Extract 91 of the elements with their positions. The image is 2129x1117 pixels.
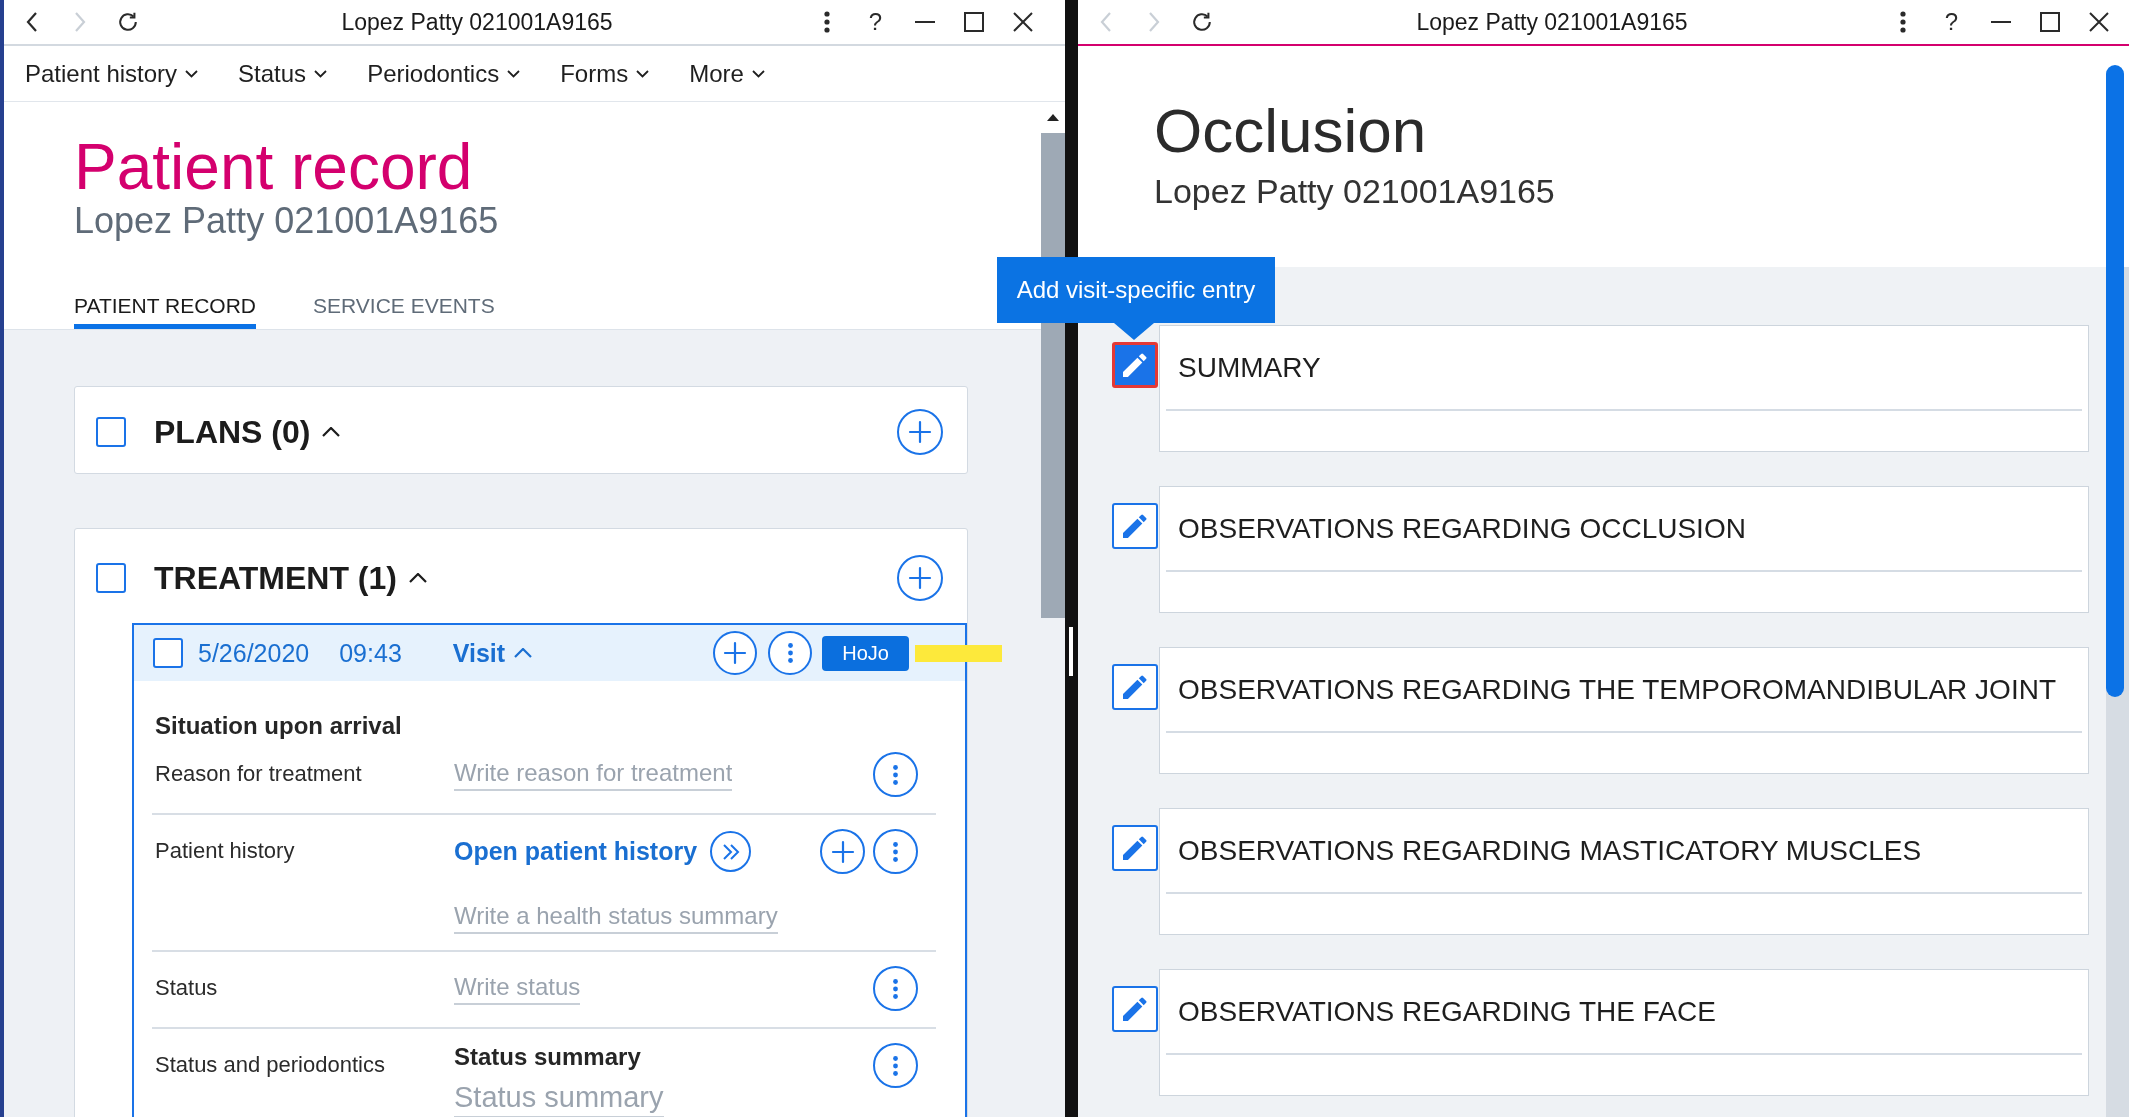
plus-icon [908, 566, 932, 590]
group-heading: Situation upon arrival [154, 711, 403, 738]
checkbox[interactable] [96, 417, 126, 447]
initials-badge: HoJo [822, 635, 909, 671]
dots-vertical-icon[interactable] [1899, 11, 1906, 33]
add-button[interactable] [897, 555, 943, 601]
edit-button[interactable] [1112, 503, 1158, 549]
pencil-icon [1123, 997, 1147, 1021]
menu-button[interactable]: Periodontics [367, 61, 521, 86]
field-label: Status and periodontics [155, 1054, 386, 1076]
visit-toggle[interactable]: Visit [452, 640, 533, 666]
visit-date: 5/26/2020 [198, 640, 310, 666]
input-field[interactable]: Write a health status summary [454, 902, 778, 934]
minimize-icon[interactable] [914, 21, 935, 23]
scrollbar-thumb[interactable] [2106, 65, 2124, 697]
refresh-icon[interactable] [117, 11, 139, 33]
maximize-icon[interactable] [2039, 12, 2060, 32]
chevron-down-icon [507, 69, 521, 78]
dots-vertical-icon [893, 978, 898, 999]
close-icon[interactable] [1012, 12, 1033, 32]
page-title: Occlusion [1154, 100, 1428, 162]
window-title: Lopez Patty 021001A9165 [340, 10, 614, 34]
edit-button[interactable] [1112, 986, 1158, 1032]
chevron-left-icon[interactable] [26, 12, 38, 32]
pencil-icon [1123, 514, 1147, 538]
section-title: OBSERVATIONS REGARDING MASTICATORY MUSCLES [1178, 836, 1922, 865]
minimize-icon[interactable] [1990, 21, 2011, 23]
menu-button[interactable]: Patient history [25, 61, 199, 86]
pencil-icon [1123, 836, 1147, 860]
chevron-up-icon[interactable] [322, 427, 341, 437]
section-title: TREATMENT (1) [154, 562, 397, 594]
more-button[interactable] [873, 966, 918, 1011]
field-label: Reason for treatment [155, 763, 363, 785]
dots-vertical-icon [787, 643, 793, 663]
page-subtitle: Lopez Patty 021001A9165 [74, 203, 500, 239]
close-icon[interactable] [2088, 12, 2109, 32]
dots-vertical-icon [893, 764, 898, 785]
section-title: SUMMARY [1178, 353, 1321, 382]
chevron-down-icon [185, 69, 199, 78]
section-title: OBSERVATIONS REGARDING THE FACE [1178, 997, 1716, 1026]
chevron-up-icon[interactable] [408, 573, 427, 583]
scroll-up-arrow-icon[interactable] [1047, 114, 1059, 121]
expand-button[interactable] [710, 831, 752, 872]
more-button[interactable] [873, 752, 918, 797]
input-field[interactable]: Write reason for treatment [454, 758, 733, 791]
edit-button[interactable] [1112, 342, 1158, 388]
dots-vertical-icon[interactable] [823, 11, 830, 33]
checkbox[interactable] [96, 563, 126, 593]
field-label: Patient history [155, 840, 296, 862]
more-button[interactable] [873, 829, 918, 874]
section-title: PLANS (0) [154, 416, 311, 448]
plus-icon [723, 641, 748, 665]
double-chevron-right-icon [721, 842, 740, 861]
menu-button[interactable]: Forms [560, 61, 650, 86]
chevron-down-icon [636, 69, 650, 78]
section-title: OBSERVATIONS REGARDING THE TEMPOROMANDIBULAR JOINT [1178, 675, 2056, 704]
page-subtitle: Lopez Patty 021001A9165 [1154, 174, 1556, 208]
visit-time: 09:43 [339, 640, 402, 666]
add-button[interactable] [820, 829, 865, 874]
pencil-icon [1123, 353, 1147, 377]
more-button[interactable] [873, 1043, 918, 1088]
add-button[interactable] [713, 631, 758, 675]
field-label: Status [155, 977, 219, 999]
refresh-icon[interactable] [1191, 11, 1213, 33]
edit-button[interactable] [1112, 664, 1158, 710]
menu-button[interactable]: More [689, 61, 765, 86]
plus-icon [830, 839, 855, 864]
pencil-icon [1123, 675, 1147, 699]
checkbox[interactable] [153, 638, 183, 668]
more-button[interactable] [768, 631, 813, 675]
window-title: Lopez Patty 021001A9165 [1415, 10, 1689, 34]
dots-vertical-icon [893, 1055, 898, 1076]
open-history-link[interactable]: Open patient history [454, 839, 698, 864]
input-field[interactable]: Write status [454, 972, 581, 1005]
tab[interactable]: SERVICE EVENTS [313, 295, 495, 329]
help-button[interactable]: ? [1944, 10, 1959, 34]
section-title: OBSERVATIONS REGARDING OCCLUSION [1178, 514, 1746, 543]
splitter-handle-icon[interactable] [1069, 627, 1073, 676]
chevron-down-icon [751, 69, 765, 78]
chevron-down-icon [314, 69, 328, 78]
page-title: Patient record [74, 135, 474, 199]
plus-icon [908, 420, 932, 444]
field-heading: Status summary [454, 1045, 641, 1069]
menu-button[interactable]: Status [238, 61, 328, 86]
dots-vertical-icon [893, 841, 898, 862]
add-button[interactable] [897, 409, 943, 455]
edit-button[interactable] [1112, 825, 1158, 871]
maximize-icon[interactable] [963, 12, 984, 32]
pointer-triangle-icon [1114, 323, 1154, 340]
help-button[interactable]: ? [868, 10, 883, 34]
input-field[interactable]: Status summary [454, 1081, 664, 1117]
